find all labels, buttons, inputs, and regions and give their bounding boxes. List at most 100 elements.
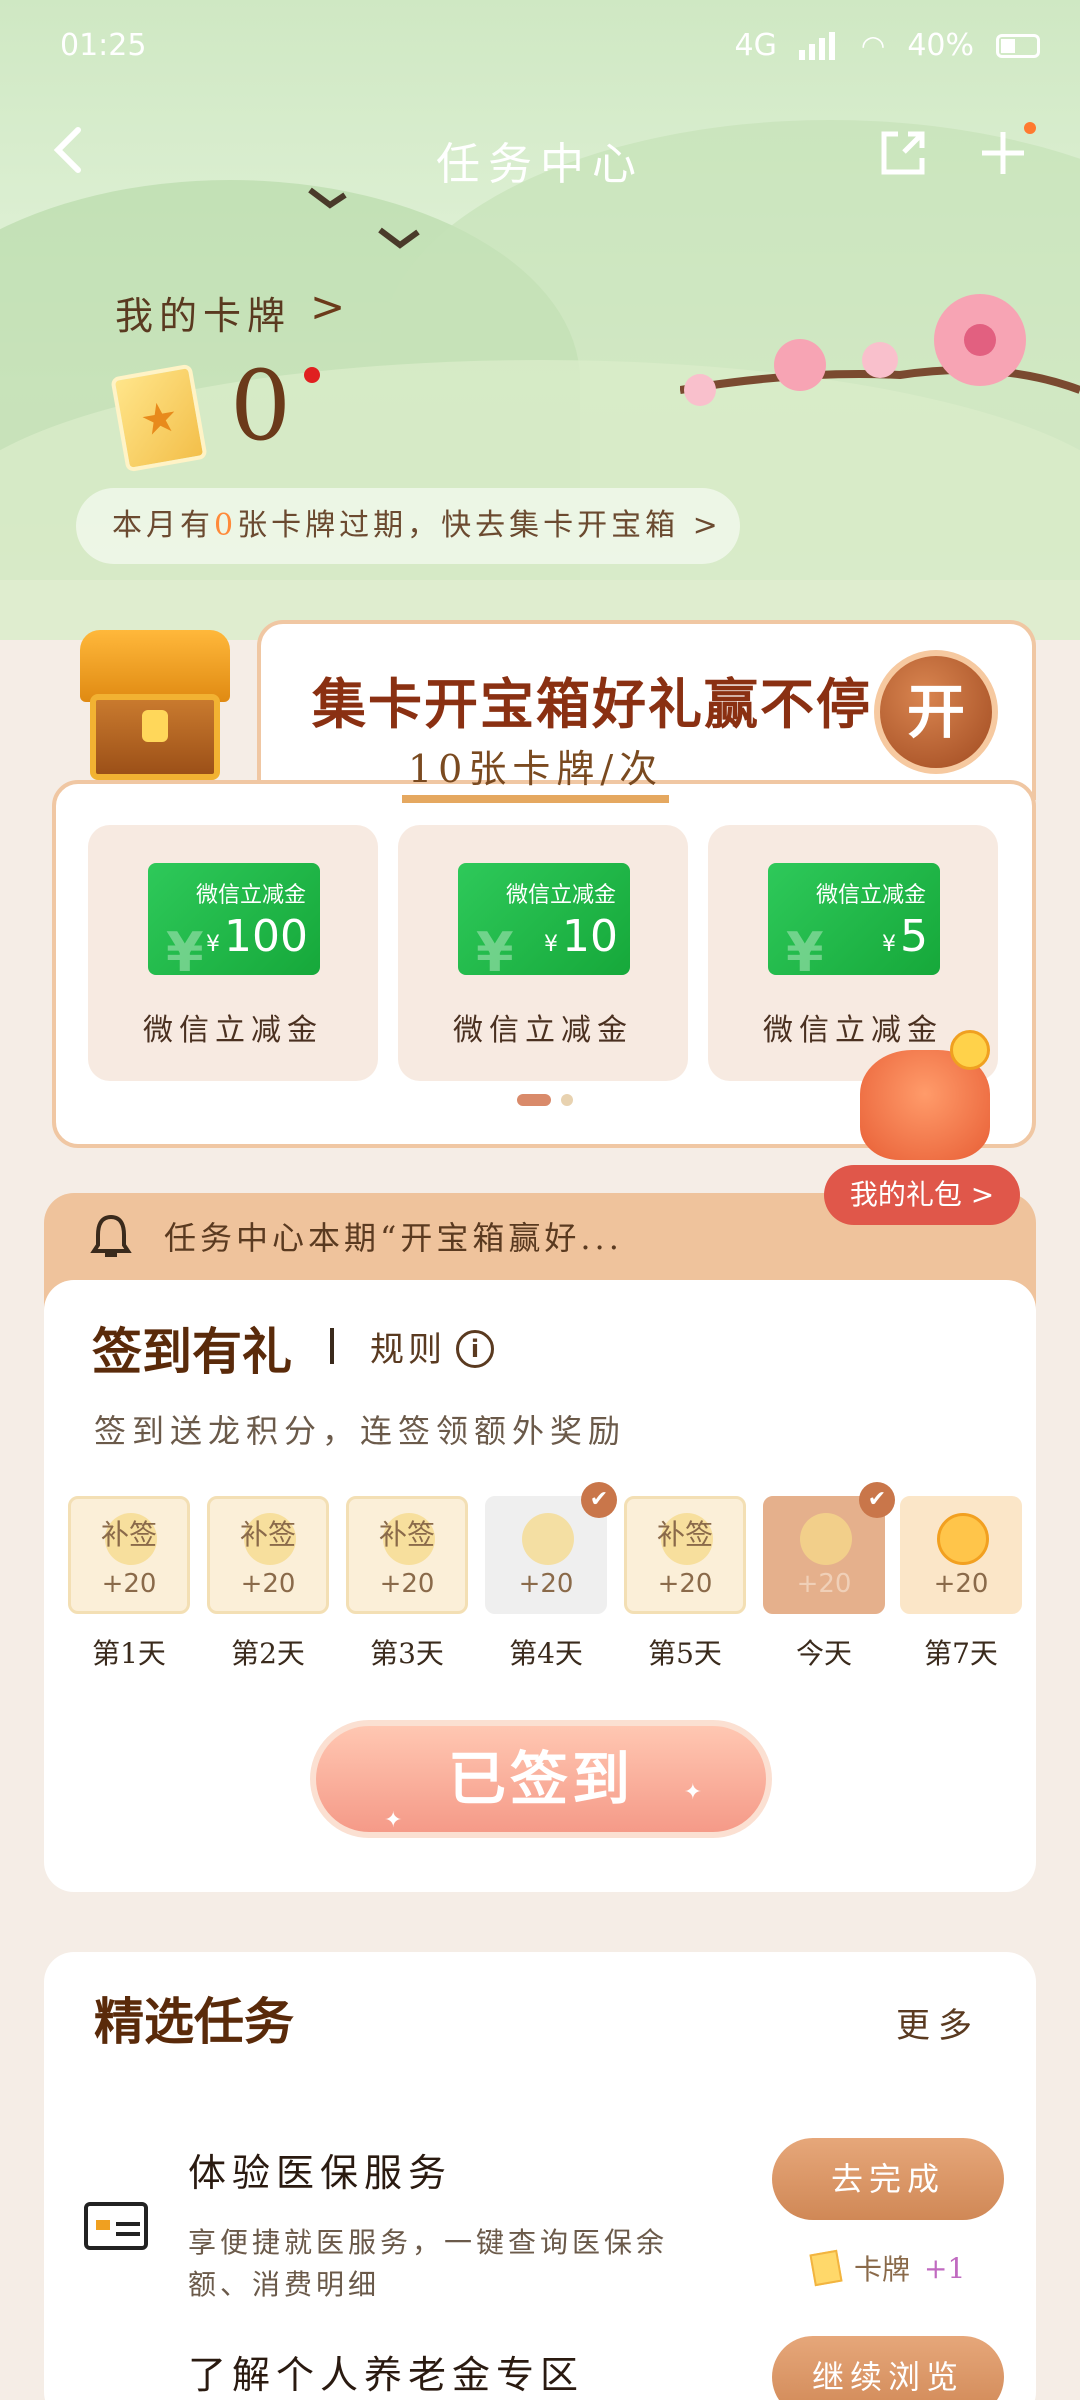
rules-link[interactable]: 规则 <box>370 1322 446 1371</box>
makeup-label: 补签 <box>239 1518 296 1551</box>
tasks-title: 精选任务 <box>94 1982 294 2054</box>
add-icon[interactable] <box>976 126 1030 180</box>
status-time: 01:25 <box>60 28 147 63</box>
signin-day[interactable]: 补签 +20 第1天 <box>68 1496 190 1672</box>
day-label: 第3天 <box>370 1637 444 1670</box>
signin-description: 签到送龙积分，连签领额外奖励 <box>94 1412 627 1450</box>
makeup-label: 补签 <box>100 1518 157 1551</box>
coupon-label: 微信立减金 <box>453 1013 633 1048</box>
signin-day: +20 ✔ 第4天 <box>485 1482 617 1672</box>
day-points: +20 <box>657 1569 713 1599</box>
day-points: +20 <box>101 1569 157 1599</box>
featured-tasks-card: 精选任务 更多 体验医保服务 享便捷就医服务，一键查询医保余额、消费明细 去完成… <box>44 1952 1036 2400</box>
wifi-icon: ◠ <box>860 29 886 62</box>
coupon-currency: ¥ <box>544 932 558 957</box>
notification-dot <box>1024 122 1036 134</box>
day-label: 第2天 <box>231 1637 305 1670</box>
yen-watermark-icon: ¥ <box>166 921 204 984</box>
coupon-card[interactable]: ¥ 微信立减金 ¥100 微信立减金 <box>88 825 378 1081</box>
signin-card: 签到有礼 规则 i 签到送龙积分，连签领额外奖励 补签 +20 第1天 补签 +20… <box>44 1280 1036 1892</box>
carousel-dot-active <box>517 1094 551 1106</box>
day-label: 第5天 <box>648 1637 722 1670</box>
card-reward-icon <box>809 2249 843 2287</box>
reward-count: +1 <box>924 2251 966 2285</box>
yen-watermark-icon: ¥ <box>786 921 824 984</box>
signin-title: 签到有礼 <box>92 1312 292 1384</box>
expire-notice-prefix: 本月有 <box>112 508 214 543</box>
continue-browsing-button[interactable]: 继续浏览 <box>772 2336 1004 2400</box>
battery-percent: 40% <box>907 28 974 63</box>
divider <box>330 1328 334 1364</box>
coupon-card[interactable]: ¥ 微信立减金 ¥10 微信立减金 <box>398 825 688 1081</box>
expire-notice-suffix: 张卡牌过期，快去集卡开宝箱 > <box>237 508 722 543</box>
day-points: +20 <box>518 1569 574 1599</box>
task-description: 享便捷就医服务，一键查询医保余额、消费明细 <box>188 2226 669 2301</box>
share-icon[interactable] <box>876 126 930 180</box>
signin-day[interactable]: 补签 +20 第3天 <box>346 1496 468 1672</box>
day-points: +20 <box>933 1569 989 1599</box>
makeup-label: 补签 <box>378 1518 435 1551</box>
day-points: +20 <box>240 1569 296 1599</box>
makeup-label: 补签 <box>656 1518 713 1551</box>
task-title: 体验医保服务 <box>188 2151 453 2195</box>
expire-count: 0 <box>214 508 238 543</box>
coupon-tag: 微信立减金 <box>505 883 616 908</box>
day-points: +20 <box>379 1569 435 1599</box>
my-cards-link[interactable]: 我的卡牌 <box>115 285 291 340</box>
treasure-chest-icon <box>80 630 230 780</box>
sparkle-icon: ✦ <box>683 1780 706 1805</box>
check-icon: ✔ <box>581 1482 617 1518</box>
treasure-subtitle: 10张卡牌/次 <box>402 738 670 803</box>
complete-task-button[interactable]: 去完成 <box>772 2138 1004 2220</box>
coupon-currency: ¥ <box>882 932 896 957</box>
yen-watermark-icon: ¥ <box>476 921 514 984</box>
coupon-amount: 100 <box>224 911 308 962</box>
signin-days: 补签 +20 第1天 补签 +20 第2天 补签 +20 第3天 +20 ✔ 第4天 … <box>68 1482 1022 1696</box>
dragon-coin-icon <box>522 1513 574 1565</box>
battery-icon <box>996 33 1040 58</box>
notice-text: 任务中心本期“开宝箱赢好... <box>164 1219 623 1257</box>
blossom-branch-illustration <box>680 294 1080 406</box>
coupon-label: 微信立减金 <box>143 1013 323 1048</box>
task-title: 了解个人养老金专区 <box>188 2353 585 2397</box>
chevron-right-icon[interactable]: > <box>310 282 345 331</box>
my-gift-button[interactable]: 我的礼包 > <box>824 1165 1020 1225</box>
day-label: 第1天 <box>92 1637 166 1670</box>
reward-label: 卡牌 <box>854 2253 911 2286</box>
day-label: 第7天 <box>924 1637 998 1670</box>
task-reward: 卡牌 +1 <box>809 2248 966 2288</box>
wechat-coupon-badge: ¥ 微信立减金 ¥10 <box>458 863 630 984</box>
coupon-amount: 5 <box>900 911 928 962</box>
day-points: +20 <box>796 1569 852 1599</box>
medical-insurance-card-icon <box>84 2202 148 2250</box>
signal-icon <box>798 31 835 60</box>
more-link[interactable]: 更多 <box>896 1998 980 2047</box>
top-nav: 任务中心 <box>0 110 1080 200</box>
carousel-dot <box>561 1094 573 1106</box>
gift-bag-icon[interactable] <box>840 1030 1010 1160</box>
signin-day[interactable]: 补签 +20 第5天 <box>624 1496 746 1672</box>
red-dot-badge <box>304 367 320 383</box>
treasure-title: 集卡开宝箱好礼赢不停 <box>312 673 872 736</box>
signed-in-button[interactable]: ✦ 已签到 ✦ <box>310 1720 772 1838</box>
open-chest-button[interactable]: 开 <box>874 650 998 774</box>
card-count: 0 <box>230 350 292 462</box>
dragon-coin-icon <box>800 1513 852 1565</box>
signin-day-today: +20 ✔ 今天 <box>763 1482 895 1672</box>
expire-notice-pill[interactable]: 本月有0张卡牌过期，快去集卡开宝箱 > <box>76 488 740 564</box>
signed-in-label: 已签到 <box>447 1745 634 1813</box>
day-label: 今天 <box>795 1637 852 1670</box>
wechat-coupon-badge: ¥ 微信立减金 ¥100 <box>148 863 320 984</box>
coupon-tag: 微信立减金 <box>815 883 926 908</box>
coupon-amount: 10 <box>562 911 618 962</box>
network-label: 4G <box>734 28 777 63</box>
bell-icon <box>90 1214 132 1257</box>
day-label: 第4天 <box>509 1637 583 1670</box>
sparkle-icon: ✦ <box>384 1808 407 1833</box>
carousel-indicator <box>517 1094 573 1106</box>
signin-day[interactable]: 补签 +20 第2天 <box>207 1496 329 1672</box>
info-icon[interactable]: i <box>456 1330 494 1368</box>
coupon-tag: 微信立减金 <box>195 883 306 908</box>
signin-day: +20 第7天 <box>900 1496 1022 1672</box>
status-bar: 01:25 4G ◠ 40% <box>0 20 1080 80</box>
